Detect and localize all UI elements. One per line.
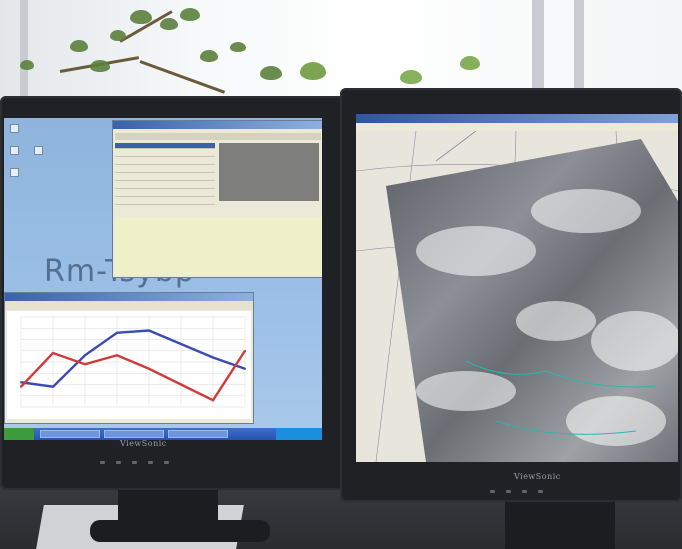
system-tray [276, 428, 322, 440]
menu-bar [356, 123, 678, 131]
line-chart [20, 316, 247, 408]
monitor-button[interactable] [506, 490, 511, 493]
desktop-icon[interactable] [34, 146, 43, 155]
table-row[interactable] [115, 167, 215, 173]
monitor-brand-right: ViewSonic [514, 472, 561, 481]
data-point [20, 381, 22, 384]
taskbar-button[interactable] [168, 430, 228, 438]
series-line-1 [20, 329, 246, 389]
desktop-icon[interactable] [10, 168, 19, 177]
window-titlebar[interactable] [113, 121, 322, 129]
table-row[interactable] [115, 159, 215, 165]
chart-plot-area [7, 311, 251, 419]
series-line-2 [20, 350, 247, 402]
data-point [52, 385, 54, 388]
data-point [84, 363, 86, 366]
table-row[interactable] [115, 199, 215, 205]
screen-left: Rm-Tsybp [4, 118, 322, 440]
data-point [180, 383, 182, 386]
data-point [20, 385, 22, 388]
start-button[interactable] [4, 428, 34, 440]
chart-window[interactable] [4, 292, 254, 424]
monitor-button[interactable] [116, 461, 121, 464]
window-titlebar[interactable] [5, 293, 253, 301]
table-row[interactable] [115, 191, 215, 197]
taskbar-button[interactable] [40, 430, 100, 438]
data-point [148, 367, 150, 370]
monitor-button[interactable] [148, 461, 153, 464]
desktop-icon[interactable] [10, 146, 19, 155]
monitor-button[interactable] [164, 461, 169, 464]
monitor-button[interactable] [100, 461, 105, 464]
window-titlebar[interactable] [356, 114, 678, 123]
data-point [84, 354, 86, 357]
monitor-stand-right [505, 500, 615, 549]
screen-right [356, 114, 678, 462]
monitor-brand-left: ViewSonic [120, 439, 167, 448]
log-pane [115, 217, 321, 275]
table-header [115, 133, 321, 140]
monitor-left: Rm-Tsybp [0, 96, 346, 490]
satellite-map [356, 131, 678, 462]
monitor-button[interactable] [522, 490, 527, 493]
data-point [180, 343, 182, 345]
data-point [148, 329, 150, 332]
chart-toolbar [5, 301, 253, 310]
data-point [244, 367, 246, 370]
data-point [212, 356, 214, 359]
taskbar-button[interactable] [104, 430, 164, 438]
data-point [244, 349, 246, 352]
data-table-window[interactable] [112, 120, 322, 278]
monitor-base-left [90, 520, 270, 542]
table-row[interactable] [115, 151, 215, 157]
preview-pane [219, 143, 319, 201]
table-row[interactable] [115, 175, 215, 181]
data-point [116, 331, 118, 334]
monitor-right: ViewSonic [340, 88, 682, 502]
photo: Rm-Tsybp [0, 0, 682, 549]
data-point [116, 354, 118, 357]
monitor-button[interactable] [538, 490, 543, 493]
desktop-icon[interactable] [10, 124, 19, 133]
data-point [212, 399, 214, 402]
table-row[interactable] [115, 183, 215, 189]
window-frame [20, 0, 28, 105]
data-point [52, 352, 54, 354]
monitor-button[interactable] [490, 490, 495, 493]
table-row[interactable] [115, 143, 215, 149]
monitor-button[interactable] [132, 461, 137, 464]
